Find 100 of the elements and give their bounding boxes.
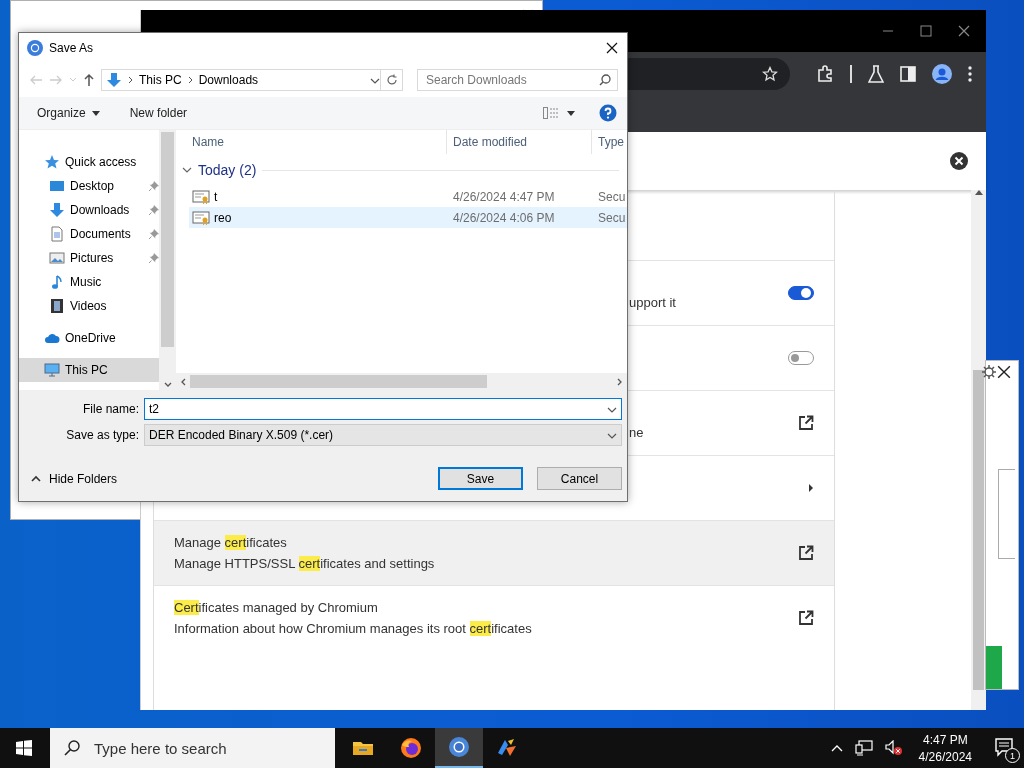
group-header[interactable]: Today (2) <box>198 162 257 178</box>
setting-description: upport it <box>629 293 677 310</box>
side-panel-icon[interactable] <box>900 66 916 82</box>
nav-item[interactable]: Desktop <box>19 174 159 198</box>
chevron-up-icon[interactable] <box>830 744 843 752</box>
field-label: Save as type: <box>65 428 139 442</box>
flask-icon[interactable] <box>868 65 884 83</box>
gear-icon[interactable] <box>982 365 996 379</box>
search-icon[interactable] <box>599 74 611 86</box>
dropdown-chevron-icon[interactable] <box>370 76 380 84</box>
download-icon <box>49 202 65 218</box>
file-type-dropdown[interactable]: DER Encoded Binary X.509 (*.cer) <box>144 424 622 446</box>
nav-item[interactable]: OneDrive <box>19 326 159 350</box>
view-details-icon[interactable] <box>543 107 559 119</box>
network-icon[interactable] <box>854 740 873 756</box>
help-icon[interactable] <box>599 104 617 122</box>
external-link-icon[interactable] <box>798 610 814 626</box>
file-name-combo-box[interactable]: t2 <box>144 398 622 420</box>
breadcrumb-item[interactable]: This PC <box>139 73 182 87</box>
muted-speaker-icon[interactable] <box>884 740 903 756</box>
certificate-icon <box>192 188 210 205</box>
search-box[interactable]: Search Downloads <box>417 69 618 91</box>
column-header[interactable]: Name <box>192 135 224 149</box>
document-icon <box>49 226 65 242</box>
save-button[interactable]: Save <box>438 467 523 490</box>
notification-button[interactable]: 1 <box>994 737 1016 759</box>
toggle-switch[interactable] <box>788 351 814 365</box>
nav-item[interactable]: This PC <box>19 358 159 382</box>
taskbar-app[interactable] <box>435 728 483 768</box>
star-icon[interactable] <box>762 66 778 82</box>
chevron-up-icon <box>31 475 41 482</box>
menu-icon[interactable] <box>968 66 972 82</box>
chromium-icon <box>448 736 470 758</box>
file-name-field[interactable]: t2 <box>149 400 607 418</box>
avatar-icon[interactable] <box>932 64 952 84</box>
address-field[interactable]: This PC Downloads <box>101 69 381 91</box>
nav-item[interactable]: Quick access <box>19 150 159 174</box>
download-icon <box>106 72 122 88</box>
clear-search-icon[interactable] <box>950 152 968 170</box>
right-chevron-icon[interactable] <box>617 377 623 386</box>
caret-icon[interactable] <box>567 110 575 116</box>
close-icon[interactable] <box>958 25 970 37</box>
column-header[interactable]: Type <box>598 135 624 149</box>
setting-description: ne <box>629 423 645 440</box>
windows-icon <box>16 740 32 756</box>
up-arrow-icon[interactable] <box>974 190 983 195</box>
setting-description: Manage HTTPS/SSL certificates and settings <box>174 556 436 571</box>
search-icon <box>64 740 80 756</box>
file-date: 4/26/2024 4:06 PM <box>452 210 556 225</box>
chromium-icon <box>27 40 43 56</box>
hide-folders-button[interactable]: Hide Folders <box>31 471 118 486</box>
search-field[interactable]: Search Downloads <box>426 73 599 87</box>
star-icon <box>44 154 60 170</box>
dialog-title: Save As <box>49 41 95 55</box>
taskbar-search-box[interactable]: Type here to search <box>50 728 335 768</box>
pin-icon[interactable] <box>149 229 159 239</box>
pin-icon[interactable] <box>149 205 159 215</box>
clock-date: 4/26/2024 <box>918 749 972 764</box>
close-icon[interactable] <box>606 42 618 54</box>
toggle-switch[interactable] <box>788 286 814 300</box>
external-link-icon[interactable] <box>798 415 814 431</box>
file-row[interactable]: reo 4/26/2024 4:06 PM Secu <box>189 207 627 228</box>
scrollbar[interactable] <box>971 190 986 710</box>
column-header[interactable]: Date modified <box>453 135 528 149</box>
organize-menu[interactable]: Organize <box>37 106 100 120</box>
taskbar-search-field[interactable]: Type here to search <box>92 738 335 758</box>
left-chevron-icon[interactable] <box>180 377 186 386</box>
close-icon[interactable] <box>997 365 1011 379</box>
desktop-icon <box>49 178 65 194</box>
maximize-icon[interactable] <box>920 25 932 37</box>
file-name: t <box>214 189 218 204</box>
file-row[interactable]: t 4/26/2024 4:47 PM Secu <box>189 186 627 207</box>
up-arrow-icon[interactable] <box>83 73 95 87</box>
pin-icon[interactable] <box>149 253 159 263</box>
refresh-button[interactable] <box>381 69 403 91</box>
nav-item[interactable]: Music <box>19 270 159 294</box>
setting-description: Information about how Chromium manages its root certificates <box>174 621 533 636</box>
triangle-right-icon[interactable] <box>808 483 814 493</box>
file-type: Secu <box>597 189 626 204</box>
nav-item[interactable]: Pictures <box>19 246 159 270</box>
external-link-icon[interactable] <box>798 545 814 561</box>
nav-item[interactable]: Downloads <box>19 198 159 222</box>
nav-item[interactable]: Documents <box>19 222 159 246</box>
computer-icon <box>44 362 60 378</box>
extension-icon[interactable] <box>816 65 834 83</box>
film-icon <box>49 298 65 314</box>
notification-count: 1 <box>1005 748 1020 763</box>
new-folder-button[interactable]: New folder <box>129 106 188 120</box>
scrollbar[interactable] <box>159 130 176 390</box>
refresh-icon <box>385 74 398 86</box>
cancel-button[interactable]: Cancel <box>537 467 622 490</box>
clock[interactable]: 4:47 PM 4/26/2024 <box>918 732 972 764</box>
chevron-down-icon[interactable] <box>182 165 192 175</box>
scrollbar[interactable] <box>176 373 627 390</box>
nav-item[interactable]: Videos <box>19 294 159 318</box>
down-chevron-icon[interactable] <box>163 382 172 388</box>
dropdown-chevron-icon[interactable] <box>607 405 617 413</box>
pin-icon[interactable] <box>149 181 159 191</box>
field-label: File name: <box>81 402 139 416</box>
breadcrumb-item[interactable]: Downloads <box>198 73 259 87</box>
